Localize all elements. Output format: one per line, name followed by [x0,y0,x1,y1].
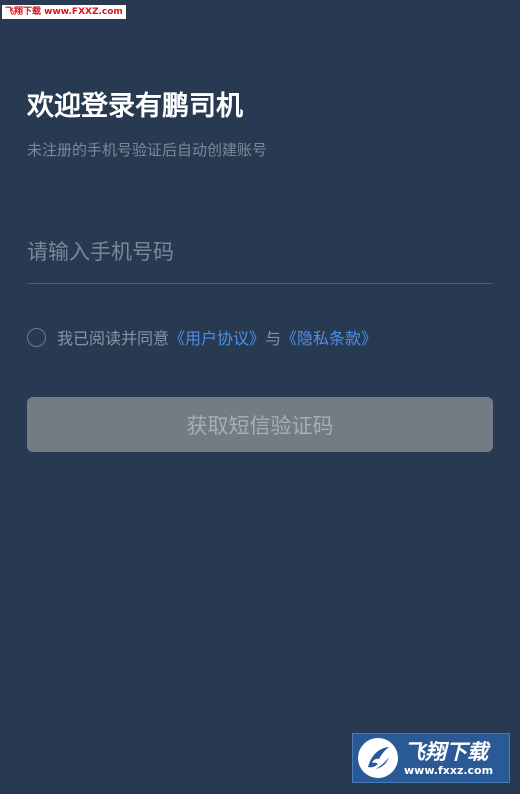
page-subtitle: 未注册的手机号验证后自动创建账号 [27,141,268,159]
watermark-top: 飞翔下载 www.FXXZ.com [2,5,126,19]
privacy-policy-link[interactable]: 《隐私条款》 [281,325,377,349]
agreement-row: 我已阅读并同意 《用户协议》 与 《隐私条款》 [27,325,377,349]
watermark-bottom-en: www.fxxz.com [404,763,494,777]
watermark-bottom: 飞翔下载 www.fxxz.com [352,733,510,783]
phone-input[interactable] [27,230,493,274]
page-title: 欢迎登录有鹏司机 [27,91,243,122]
get-sms-code-button[interactable]: 获取短信验证码 [27,397,493,452]
user-agreement-link[interactable]: 《用户协议》 [169,325,265,349]
phone-input-container [27,230,493,284]
feather-logo-icon [358,738,398,778]
agree-checkbox[interactable] [27,327,46,347]
agreement-connector: 与 [265,329,282,348]
watermark-bottom-cn: 飞翔下载 [404,739,488,764]
agreement-prefix: 我已阅读并同意 [57,329,170,348]
